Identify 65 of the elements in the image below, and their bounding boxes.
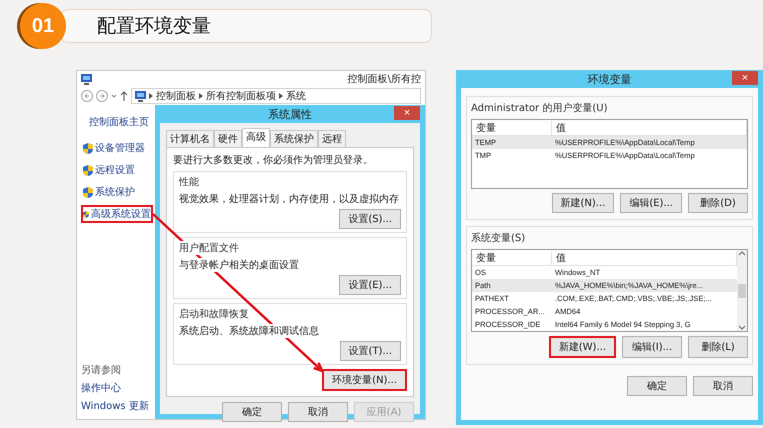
button[interactable]: 编辑(E)... — [620, 193, 682, 213]
group-title: 启动和故障恢复 — [179, 307, 249, 321]
scrollbar[interactable] — [737, 250, 747, 331]
shield-icon — [83, 164, 93, 176]
button[interactable]: 设置(T)... — [340, 341, 401, 361]
column-header[interactable]: 值 — [552, 120, 747, 134]
breadcrumb-item[interactable]: 所有控制面板项 — [206, 89, 276, 103]
button[interactable]: 删除(L) — [688, 336, 748, 358]
close-button[interactable]: × — [394, 106, 420, 120]
button[interactable]: 取消 — [693, 376, 753, 396]
button[interactable]: 确定 — [627, 376, 687, 396]
sidebar-link[interactable]: Windows 更新 — [81, 399, 153, 413]
dialog-title: 环境变量 — [588, 72, 632, 86]
address-bar[interactable]: 控制面板 所有控制面板项 系统 — [131, 88, 421, 104]
scroll-up-icon[interactable] — [738, 250, 746, 258]
column-header[interactable]: 变量 — [472, 120, 552, 134]
tab[interactable]: 远程 — [318, 130, 346, 147]
button[interactable]: 设置(E)... — [339, 275, 401, 295]
button[interactable]: 新建(N)... — [552, 193, 614, 213]
sidebar-link[interactable]: 控制面板主页 — [89, 115, 153, 129]
group-description: 与登录帐户相关的桌面设置 — [179, 258, 299, 272]
slide-title: 配置环境变量 — [97, 14, 211, 39]
button[interactable]: 编辑(I)... — [622, 336, 682, 358]
button[interactable]: 设置(S)... — [339, 209, 401, 229]
forward-icon[interactable] — [96, 90, 108, 102]
sidebar-link[interactable]: 操作中心 — [81, 381, 153, 395]
sidebar-item[interactable]: 远程设置 — [81, 161, 153, 179]
tab[interactable]: 高级 — [242, 128, 270, 147]
tab[interactable]: 系统保护 — [270, 130, 318, 147]
button[interactable]: 确定 — [222, 402, 282, 422]
shield-icon — [83, 142, 93, 154]
close-button[interactable]: × — [732, 71, 758, 85]
computer-icon — [135, 90, 146, 102]
group-title: 性能 — [179, 175, 199, 189]
button[interactable]: 取消 — [288, 402, 348, 422]
chevron-icon — [279, 92, 283, 100]
breadcrumb-item[interactable]: 控制面板 — [156, 89, 196, 103]
dialog-title: 系统属性 — [268, 106, 312, 122]
button[interactable]: 环境变量(N)... — [322, 369, 407, 391]
group-title: Administrator 的用户变量(U) — [471, 102, 608, 115]
window-title: 控制面板\所有控 — [348, 72, 421, 86]
tab[interactable]: 硬件 — [214, 130, 242, 147]
chevron-icon — [199, 92, 203, 100]
button[interactable]: 删除(D) — [688, 193, 748, 213]
group-title: 用户配置文件 — [179, 241, 239, 255]
step-number: 01 — [20, 3, 66, 49]
shield-icon — [83, 208, 89, 220]
scroll-thumb[interactable] — [738, 284, 746, 298]
group-title: 系统变量(S) — [471, 232, 526, 245]
sidebar-item[interactable]: 设备管理器 — [81, 139, 153, 157]
button[interactable]: 新建(W)... — [548, 336, 616, 358]
sidebar-item[interactable]: 高级系统设置 — [81, 205, 153, 223]
section-heading: 另请参阅 — [81, 364, 122, 377]
shield-icon — [83, 186, 93, 198]
back-icon[interactable] — [81, 90, 93, 102]
group-description: 系统启动、系统故障和调试信息 — [179, 324, 319, 338]
up-icon[interactable] — [120, 90, 128, 102]
group-description: 视觉效果，处理器计划，内存使用，以及虚拟内存 — [179, 192, 399, 206]
chevron-icon — [149, 92, 153, 100]
computer-icon — [81, 74, 92, 84]
sidebar-item[interactable]: 系统保护 — [81, 183, 153, 201]
scroll-down-icon[interactable] — [738, 323, 746, 331]
breadcrumb-item[interactable]: 系统 — [286, 89, 306, 103]
column-header[interactable]: 变量 — [472, 250, 552, 264]
tab[interactable]: 计算机名 — [166, 130, 214, 147]
